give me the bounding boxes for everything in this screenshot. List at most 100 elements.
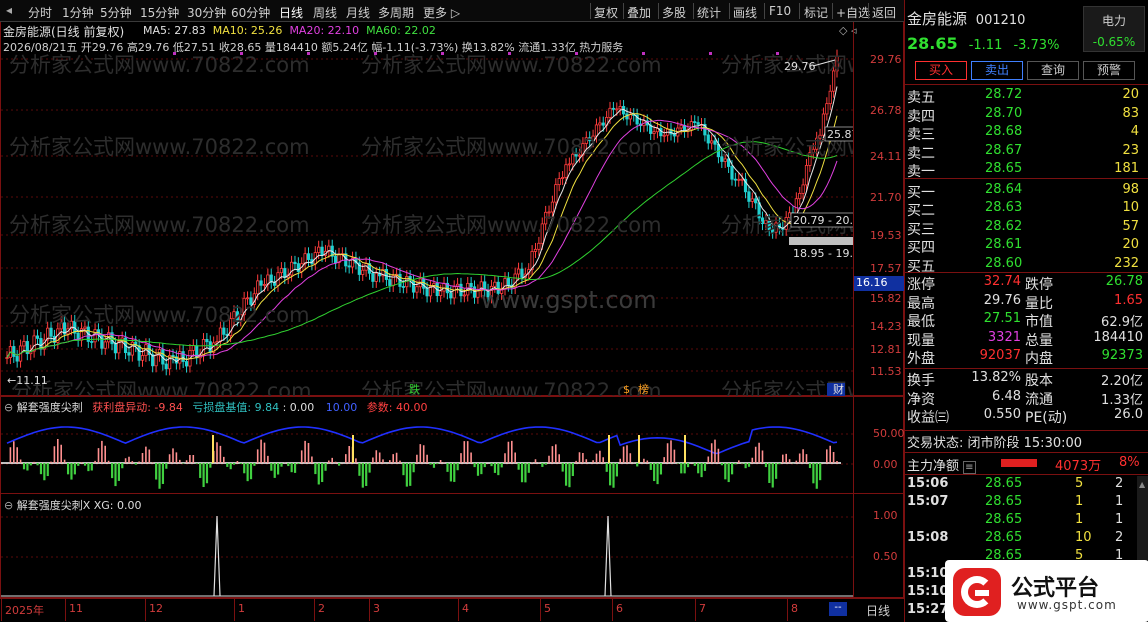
ind1-bar bbox=[649, 463, 652, 470]
toolbar-btn-4[interactable]: 画线 bbox=[733, 4, 757, 21]
stat-value: 62.9亿 bbox=[1101, 315, 1143, 330]
month-label: 1 bbox=[238, 602, 245, 615]
sector-name: 电力 bbox=[1101, 14, 1126, 28]
ind1-bar bbox=[683, 463, 686, 474]
ind1-bar bbox=[771, 463, 774, 488]
period-tab-5[interactable]: 60分钟 bbox=[231, 4, 270, 21]
ind1-bar bbox=[73, 463, 76, 475]
indicator-panel-1[interactable]: ⊖ 解套强度尖刺 获利盘异动: -9.84 亏损盘基值: 9.84 : 0.00… bbox=[0, 396, 905, 495]
candle bbox=[391, 269, 395, 293]
month-label: 12 bbox=[149, 602, 163, 615]
candle bbox=[113, 337, 118, 360]
signal-spike bbox=[213, 515, 221, 597]
ind1-bar bbox=[182, 463, 185, 464]
ind1-bar bbox=[703, 463, 707, 471]
candle bbox=[100, 328, 104, 355]
toolbar-btn-0[interactable]: 复权 bbox=[594, 4, 618, 21]
period-tab-3[interactable]: 15分钟 bbox=[140, 4, 179, 21]
period-tab-1[interactable]: 1分钟 bbox=[62, 4, 94, 21]
candle bbox=[337, 247, 341, 270]
ind1-bar bbox=[314, 463, 317, 475]
candle bbox=[110, 326, 114, 351]
axis-divider bbox=[369, 599, 370, 621]
period-tab-2[interactable]: 5分钟 bbox=[100, 4, 132, 21]
period-tab-9[interactable]: 多周期 bbox=[378, 4, 414, 21]
period-label[interactable]: 日线 bbox=[866, 602, 890, 619]
ind1-bar bbox=[720, 463, 724, 466]
ind1-bar bbox=[764, 463, 768, 468]
price-tick: 21.70 bbox=[870, 191, 902, 204]
ind1-bar bbox=[43, 463, 46, 481]
toolbar-btn-2[interactable]: 多股 bbox=[662, 4, 686, 21]
level-price: 28.65 bbox=[985, 161, 1023, 176]
level-volume: 83 bbox=[1122, 105, 1139, 121]
ind1-bar bbox=[609, 463, 612, 486]
buy-button[interactable]: 买入 bbox=[915, 61, 967, 80]
annotation: 25.87 bbox=[827, 128, 853, 141]
gspt-logo: 公式平台 www.gspt.com bbox=[945, 560, 1148, 622]
candle bbox=[195, 339, 199, 365]
watermark: 分析家公式网www.70822.com bbox=[9, 303, 310, 327]
toolbar-btn-6[interactable]: 标记 bbox=[804, 4, 828, 21]
alert-button[interactable]: 预警 bbox=[1083, 61, 1135, 80]
asks-row: 卖二 28.67 23 bbox=[905, 143, 1148, 162]
kline-chart[interactable]: 金房能源(日线 前复权) MA5: 27.83 MA10: 25.26 MA20: … bbox=[0, 22, 904, 396]
level-price: 28.70 bbox=[985, 105, 1023, 121]
annotation-range: 18.95 - 19.4 bbox=[793, 247, 853, 260]
event-marker: 财 bbox=[833, 382, 844, 396]
menu-icon[interactable]: ≡ bbox=[963, 461, 976, 474]
ind1-bar bbox=[659, 463, 663, 475]
stat-row: 最高 29.76 量比 1.65 bbox=[905, 293, 1148, 312]
tick-volume: 5 bbox=[1075, 476, 1084, 491]
ind1-bar bbox=[808, 463, 812, 469]
candle bbox=[567, 157, 571, 172]
toolbar-btn-3[interactable]: 统计 bbox=[697, 4, 721, 21]
toolbar-btn-5[interactable]: F10 bbox=[769, 4, 791, 18]
period-tab-4[interactable]: 30分钟 bbox=[187, 4, 226, 21]
ind1-bar bbox=[734, 463, 737, 465]
stat-label: 外盘 bbox=[907, 351, 935, 367]
tick-time: 15:10 bbox=[907, 566, 949, 581]
indicator-panel-2[interactable]: ⊖ 解套强度尖刺X XG: 0.00 1.00 0.50 bbox=[0, 494, 904, 598]
ind1-bar bbox=[432, 463, 436, 468]
ind1-bar bbox=[111, 463, 114, 479]
candle bbox=[672, 127, 676, 143]
ind1-bar bbox=[429, 463, 432, 465]
tick-row: 15:07 28.65 1 1 bbox=[905, 494, 1137, 512]
candle bbox=[178, 345, 182, 370]
trade-status: 交易状态: 闭市阶段 15:30:00 bbox=[907, 436, 1083, 451]
candle bbox=[306, 247, 311, 267]
indicator-1-plot bbox=[1, 426, 853, 489]
tick-volume: 1 bbox=[1075, 494, 1084, 509]
ind1-bar bbox=[409, 463, 412, 486]
sector-tag[interactable]: 电力 -0.65% bbox=[1083, 6, 1145, 52]
candlestick-plot[interactable]: 分析家公式网www.70822.com 分析家公式网www.70822.com 分析… bbox=[1, 22, 853, 396]
period-tab-8[interactable]: 月线 bbox=[346, 4, 370, 21]
period-tab-0[interactable]: 分时 bbox=[28, 4, 52, 21]
level-volume: 181 bbox=[1114, 161, 1139, 176]
left-arrow-icon[interactable]: ◂ bbox=[6, 3, 12, 17]
level-volume: 20 bbox=[1122, 237, 1139, 252]
toolbar-btn-8[interactable]: 返回 bbox=[872, 4, 896, 21]
stat-label: 量比 bbox=[1025, 295, 1053, 312]
period-tab-10[interactable]: 更多 ▷ bbox=[423, 4, 460, 21]
watermark: 分析家公式网www.70822.com bbox=[9, 53, 310, 77]
candle bbox=[428, 280, 433, 303]
toolbar-btn-1[interactable]: 叠加 bbox=[627, 4, 651, 21]
toolbar-btn-7[interactable]: +自选 bbox=[836, 4, 870, 21]
ind1-bar bbox=[205, 463, 209, 484]
stat-value: 184410 bbox=[1093, 329, 1143, 345]
ind1-bar bbox=[615, 463, 618, 477]
asks-row: 卖四 28.70 83 bbox=[905, 105, 1148, 125]
axis-divider bbox=[787, 599, 788, 621]
ind1-bar bbox=[636, 463, 639, 467]
stat-row: 换手 13.82% 股本 2.20亿 bbox=[905, 370, 1148, 389]
candle bbox=[25, 335, 29, 361]
period-tab-7[interactable]: 周线 bbox=[313, 4, 337, 21]
query-button[interactable]: 查询 bbox=[1027, 61, 1079, 80]
sell-button[interactable]: 卖出 bbox=[971, 61, 1023, 80]
period-tab-6[interactable]: 日线 bbox=[279, 4, 303, 21]
ind1-bar bbox=[277, 463, 280, 475]
ind1-bar bbox=[90, 463, 93, 471]
stats-grid: 涨停 32.74 跌停 26.78 最高 29.76 量比 1.65 最低 27.51 市值 62.9… bbox=[905, 274, 1148, 367]
